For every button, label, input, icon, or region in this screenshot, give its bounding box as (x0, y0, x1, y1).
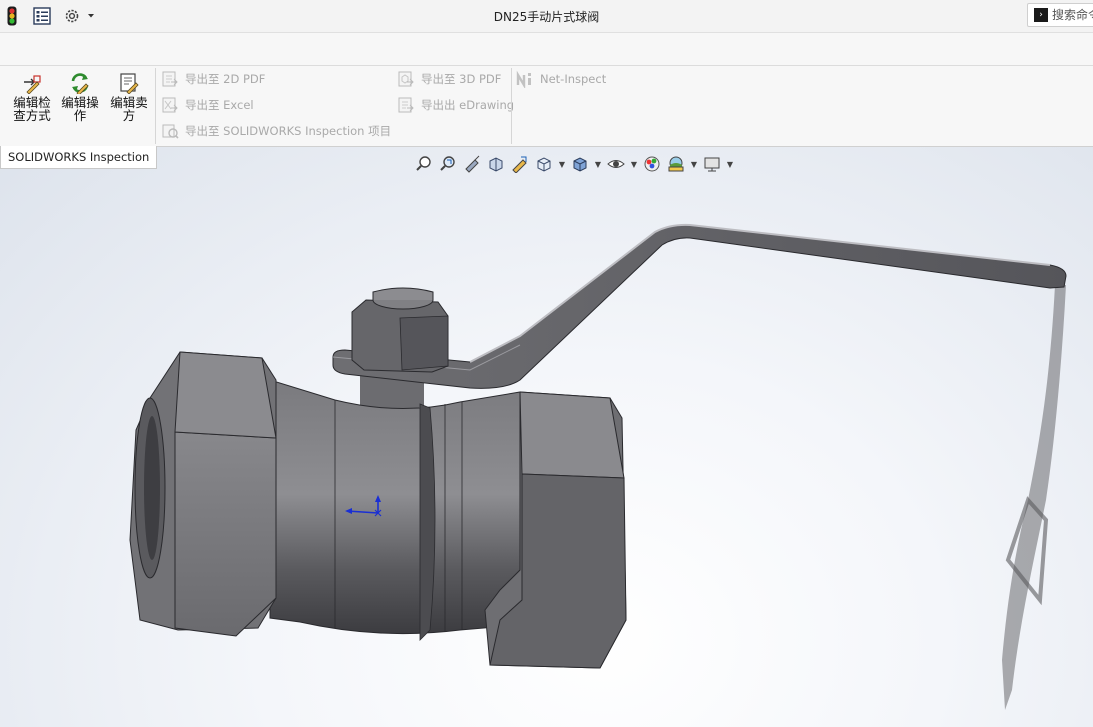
title-bar: DN25手动片式球阀 › (0, 0, 1093, 33)
dynamic-annotation-icon[interactable] (510, 154, 530, 174)
ball-valve-model (129, 223, 1067, 710)
inspection-project-icon (162, 124, 179, 139)
display-style-icon[interactable] (570, 154, 590, 174)
search-box[interactable]: › (1027, 3, 1093, 27)
zoom-to-fit-icon[interactable] (414, 154, 434, 174)
edit-vendor-button[interactable]: 编辑卖 方 (106, 72, 152, 132)
view-settings-icon[interactable] (702, 154, 722, 174)
chevron-down-icon[interactable]: ▼ (726, 160, 734, 169)
net-inspect-label: Net-Inspect (540, 72, 607, 86)
chevron-down-icon[interactable]: ▼ (690, 160, 698, 169)
terminal-icon: › (1034, 8, 1048, 22)
window-title: DN25手动片式球阀 (493, 10, 600, 24)
export-excel-button[interactable]: 导出至 Excel (161, 95, 254, 115)
net-inspect-button[interactable]: Net-Inspect (516, 69, 606, 89)
gear-icon[interactable] (62, 6, 82, 26)
edit-appearance-icon[interactable] (642, 154, 662, 174)
edit-operation-button[interactable]: 编辑操 作 (57, 72, 103, 132)
apply-scene-icon[interactable] (666, 154, 686, 174)
chevron-down-icon[interactable]: ▼ (558, 160, 566, 169)
edit-operation-label: 编辑操 作 (61, 95, 99, 123)
traffic-light-icon[interactable] (2, 6, 22, 26)
heads-up-view-toolbar: ▼ ▼ ▼ ▼ ▼ (414, 153, 734, 175)
ribbon-divider (155, 68, 156, 144)
export-2d-pdf-label: 导出至 2D PDF (185, 72, 266, 86)
3d-pdf-export-icon (398, 71, 414, 87)
edit-vendor-icon (118, 72, 140, 95)
command-manager: 编辑检 查方式 编辑操 作 编辑卖 方 导出至 2D PDF 导出至 Excel… (0, 66, 1093, 147)
menu-bar (0, 33, 1093, 66)
edit-inspection-method-icon (21, 72, 43, 95)
ribbon-divider (511, 68, 512, 144)
export-3d-pdf-button[interactable]: 导出至 3D PDF (397, 69, 501, 89)
document-list-icon[interactable] (32, 6, 52, 26)
refresh-green-icon (69, 72, 91, 96)
chevron-down-icon[interactable] (84, 6, 98, 26)
export-3d-pdf-label: 导出至 3D PDF (421, 72, 502, 86)
search-input[interactable] (1052, 8, 1093, 22)
chevron-down-icon[interactable]: ▼ (630, 160, 638, 169)
edit-inspection-method-label: 编辑检 查方式 (13, 95, 51, 123)
hide-show-items-icon[interactable] (606, 154, 626, 174)
net-inspect-icon (516, 70, 531, 88)
edit-vendor-label: 编辑卖 方 (110, 95, 148, 123)
view-orientation-icon[interactable] (534, 154, 554, 174)
graphics-viewport[interactable] (0, 147, 1093, 727)
export-inspection-project-label: 导出至 SOLIDWORKS Inspection 项目 (185, 124, 392, 138)
export-edrawing-label: 导出出 eDrawing (421, 98, 515, 112)
export-inspection-project-button[interactable]: 导出至 SOLIDWORKS Inspection 项目 (161, 121, 391, 141)
export-2d-pdf-button[interactable]: 导出至 2D PDF (161, 69, 265, 89)
edit-inspection-method-button[interactable]: 编辑检 查方式 (9, 72, 55, 132)
previous-view-icon[interactable] (462, 154, 482, 174)
pdf-export-icon (162, 71, 178, 87)
edrawing-export-icon (398, 97, 414, 113)
export-excel-label: 导出至 Excel (185, 98, 254, 112)
zoom-to-area-icon[interactable] (438, 154, 458, 174)
section-view-icon[interactable] (486, 154, 506, 174)
export-edrawing-button[interactable]: 导出出 eDrawing (397, 95, 514, 115)
chevron-down-icon[interactable]: ▼ (594, 160, 602, 169)
excel-export-icon (162, 97, 178, 113)
tab-solidworks-inspection[interactable]: SOLIDWORKS Inspection (0, 146, 158, 169)
